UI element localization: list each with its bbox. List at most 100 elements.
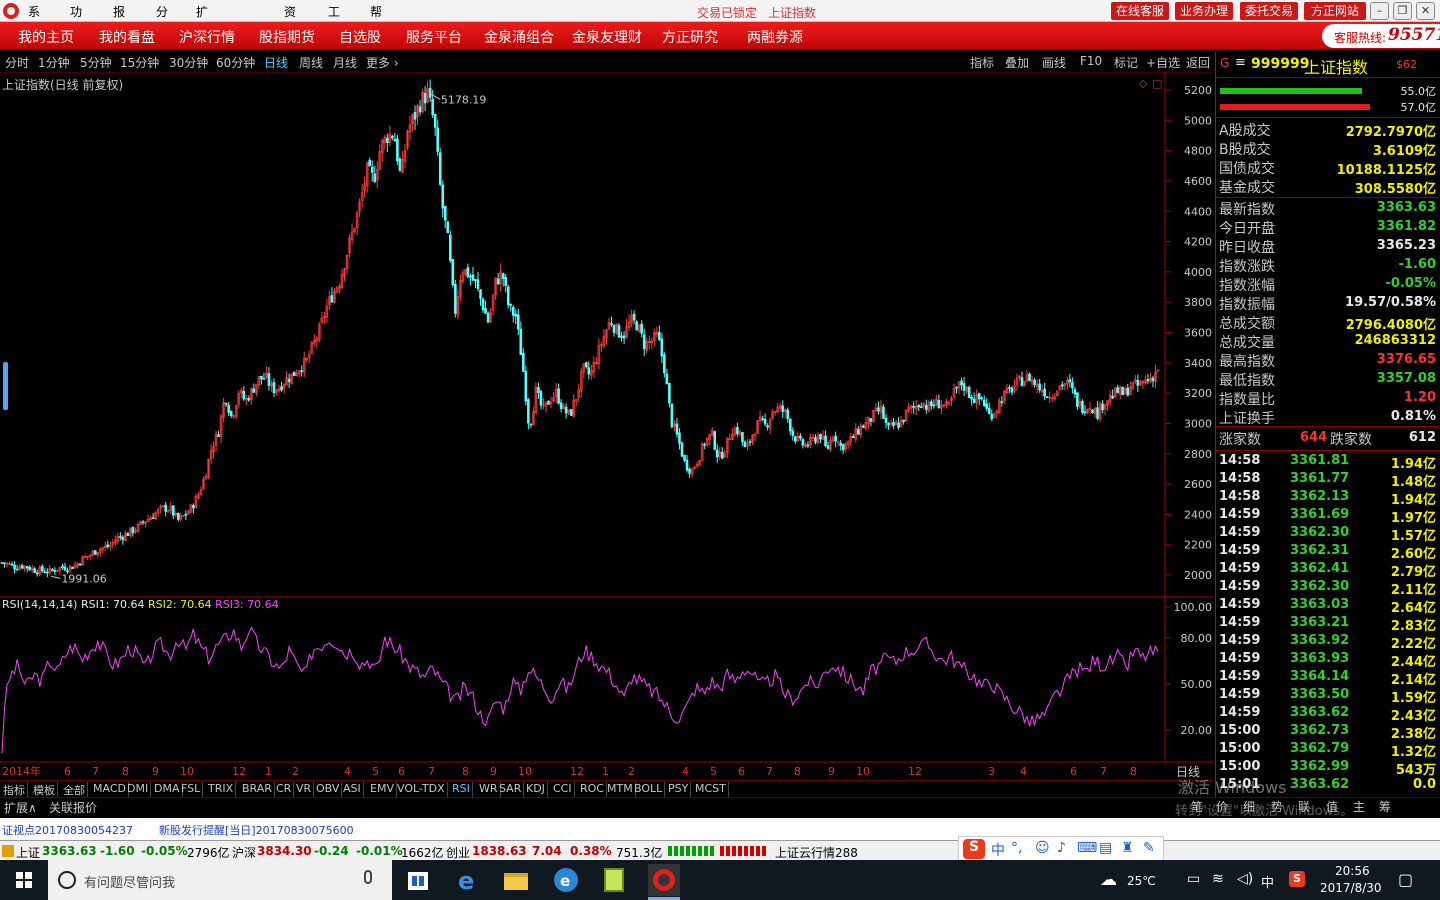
nav-margin[interactable]: 两融券源 [747,27,803,47]
period-tab[interactable]: 分时 [5,54,29,71]
diamond-icon[interactable]: ◇ [1139,77,1148,90]
period-tab[interactable]: 月线 [333,54,357,71]
explorer-icon[interactable] [500,864,532,896]
start-icon[interactable] [16,872,32,888]
keyboard-icon[interactable]: ⌨ [1077,840,1097,856]
indicator-tab[interactable]: FSL [179,782,204,798]
volume-icon[interactable]: ◁) [1237,871,1253,887]
indicator-tab[interactable]: ASI [341,782,364,798]
extend-tab[interactable]: 扩展∧ [4,799,37,816]
period-tab[interactable]: 5分钟 [80,54,112,71]
nav-watchlist[interactable]: 自选股 [339,27,381,47]
weather-icon[interactable]: ☁ [1100,870,1117,890]
indicator-tab[interactable]: BRAR [240,782,275,798]
mic-icon[interactable] [364,870,372,884]
cloud-quote[interactable]: 上证云行情288 [775,844,858,861]
nav-market[interactable]: 沪深行情 [179,27,235,47]
tools-icon[interactable]: ✎ [1143,840,1155,856]
tool-back-button[interactable]: 返回 [1186,54,1210,71]
voice-icon[interactable]: ♪ [1057,840,1066,856]
indicator-tab[interactable]: MCST [693,782,729,798]
candle-body [537,387,540,393]
indicator-tab[interactable]: CR [274,782,295,798]
tool-add-watch-button[interactable]: +自选 [1146,54,1180,71]
nav-futures[interactable]: 股指期货 [259,27,315,47]
business-button[interactable]: 业务办理 [1175,2,1233,20]
website-button[interactable]: 方正网站 [1304,2,1366,20]
nav-home[interactable]: 我的主页 [18,27,74,47]
taskbar-search[interactable]: 有问题尽管问我 [48,860,392,900]
indicator-tab[interactable]: 全部 [61,782,88,798]
indicator-tab[interactable]: SAR [497,782,525,798]
nav-research[interactable]: 方正研究 [662,27,718,47]
clock-date[interactable]: 2017/8/30 [1320,881,1382,895]
sogou-icon[interactable]: S [963,839,985,859]
candle-body [688,468,691,474]
edge-icon[interactable]: e [452,864,484,896]
minimize-icon[interactable]: – [1370,2,1389,20]
indicator-tab[interactable]: VOL-TDX [395,782,448,798]
tool-mark-button[interactable]: 标记 [1114,54,1138,71]
menu-icon[interactable]: ≡ [1235,55,1246,70]
up-count-label: 涨家数 [1219,432,1261,448]
right-tab[interactable]: 筹 [1379,798,1391,815]
close-icon[interactable]: ✕ [1416,2,1435,20]
right-tab[interactable]: 主 [1353,798,1365,815]
period-tab[interactable]: 1分钟 [38,54,70,71]
related-quote-tab[interactable]: 关联报价 [49,799,97,816]
wifi-icon[interactable]: ≋ [1212,871,1224,887]
trade-button[interactable]: 委托交易 [1240,2,1298,20]
punct-icon[interactable]: °, [1011,840,1022,856]
clock-time[interactable]: 20:56 [1335,864,1370,878]
indicator-tab-active[interactable]: RSI [450,782,473,798]
clipboard-icon[interactable]: ▤ [1099,840,1112,856]
nav-service[interactable]: 服务平台 [406,27,462,47]
period-toolbar: 分时 1分钟 5分钟 15分钟 30分钟 60分钟 日线 周线 月线 更多 › … [0,52,1214,72]
indicator-tab[interactable]: OBV [314,782,343,798]
tool-f10-button[interactable]: F10 [1080,54,1102,68]
frame-icon[interactable]: □ [1152,77,1162,90]
indicator-tab[interactable]: ROC [578,782,607,798]
indicator-tab[interactable]: PSY [666,782,692,798]
indicator-tab[interactable]: KDJ [524,782,548,798]
emoji-icon[interactable]: ☺ [1035,840,1050,856]
tool-indicator-button[interactable]: 指标 [970,54,994,71]
online-service-button[interactable]: 在线客服 [1111,2,1169,20]
period-more[interactable]: 更多 › [366,54,399,71]
founder-app-icon[interactable] [648,864,680,896]
ime-lang[interactable]: 中 [991,840,1005,860]
store-icon[interactable] [402,864,434,896]
period-tab[interactable]: 周线 [299,54,323,71]
nav-portfolio[interactable]: 金泉涌组合 [484,27,554,47]
notepad-icon[interactable] [598,864,630,896]
kline-chart[interactable]: 5200 5000 4800 4600 4400 4200 4000 3800 3600 3400… [0,72,1214,780]
indicator-tab[interactable]: DMI [125,782,152,798]
scroll-handle[interactable] [3,362,8,410]
sogou-tray-icon[interactable]: S [1289,871,1305,887]
news-item[interactable]: 证视点20170830054237 [2,822,133,838]
nav-finance[interactable]: 金泉友理财 [572,27,642,47]
period-tab-active[interactable]: 日线 [264,54,288,71]
indicator-tab[interactable]: 指标 [1,782,28,798]
tray-ime[interactable]: 中 [1261,872,1274,891]
period-tab[interactable]: 60分钟 [216,54,255,71]
indicator-tab[interactable]: DMA [152,782,183,798]
period-tab[interactable]: 15分钟 [120,54,159,71]
skin-icon[interactable]: ♜ [1121,840,1134,856]
ie-icon[interactable]: e [550,864,582,896]
period-tab[interactable]: 30分钟 [169,54,208,71]
indicator-tab[interactable]: VR [294,782,315,798]
restore-icon[interactable]: ❐ [1393,2,1412,20]
battery-icon[interactable]: ▭ [1187,871,1200,887]
nav-my-view[interactable]: 我的看盘 [99,27,155,47]
indicator-tab[interactable]: EMV [368,782,397,798]
indicator-tab[interactable]: MACD [91,782,129,798]
tool-overlay-button[interactable]: 叠加 [1005,54,1029,71]
indicator-tab[interactable]: BOLL [632,782,666,798]
tool-draw-button[interactable]: 画线 [1042,54,1066,71]
notification-icon[interactable]: ▢ [1398,870,1413,889]
indicator-tab[interactable]: 模板 [31,782,58,798]
indicator-tab[interactable]: CCI [551,782,575,798]
indicator-tab[interactable]: TRIX [206,782,237,798]
news-item[interactable]: 新股发行提醒[当日]20170830075600 [159,822,354,838]
